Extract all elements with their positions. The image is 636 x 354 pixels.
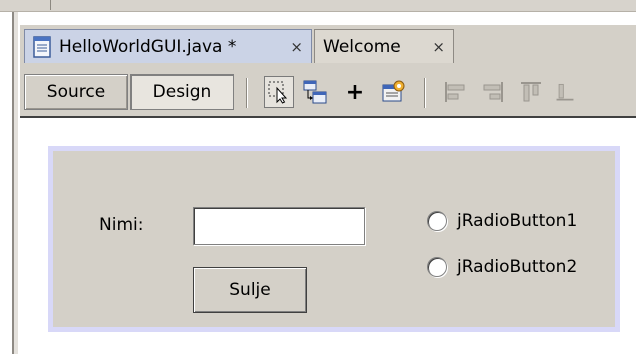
align-bottom-icon[interactable] [554, 76, 576, 108]
close-icon[interactable]: × [282, 38, 303, 56]
tab-helloworldgui[interactable]: HelloWorldGUI.java * × [24, 29, 312, 63]
toolbar-separator [246, 78, 248, 108]
source-mode-button[interactable]: Source [24, 74, 128, 110]
radio-label: jRadioButton1 [457, 211, 578, 231]
radio-button-2[interactable]: jRadioButton2 [427, 257, 577, 277]
design-canvas: Nimi: Sulje jRadioButton1 jRadioButton2 [20, 118, 636, 354]
align-top-icon[interactable] [516, 76, 546, 108]
top-strip-divider [50, 0, 51, 10]
connection-mode-icon[interactable] [300, 76, 330, 108]
radio-button-1[interactable]: jRadioButton1 [427, 211, 577, 231]
preview-design-icon[interactable] [378, 76, 408, 108]
netbeans-editor-window: HelloWorldGUI.java * × Welcome × Source … [0, 0, 636, 354]
align-left-icon[interactable] [440, 76, 470, 108]
close-icon[interactable]: × [424, 38, 445, 56]
close-button[interactable]: Sulje [193, 267, 307, 313]
selection-mode-icon[interactable] [264, 76, 294, 108]
editor-toolbar: Source Design + [20, 68, 636, 118]
editor-tab-row: HelloWorldGUI.java * × Welcome × [20, 24, 636, 68]
add-icon[interactable]: + [340, 76, 370, 108]
tab-label: Welcome [323, 36, 401, 57]
left-window-frame [0, 12, 18, 354]
radio-label: jRadioButton2 [457, 257, 578, 277]
radio-circle-icon[interactable] [427, 257, 447, 277]
tab-label: HelloWorldGUI.java * [59, 36, 237, 57]
tab-welcome[interactable]: Welcome × [314, 29, 454, 63]
name-label: Nimi: [99, 215, 144, 235]
radio-circle-icon[interactable] [427, 211, 447, 231]
name-text-field[interactable] [193, 207, 365, 245]
align-right-icon[interactable] [478, 76, 508, 108]
jframe-form-panel[interactable]: Nimi: Sulje jRadioButton1 jRadioButton2 [48, 146, 620, 332]
toolbar-separator [424, 78, 426, 108]
java-document-icon [33, 35, 51, 58]
design-mode-button[interactable]: Design [130, 74, 234, 110]
window-top-strip [0, 0, 636, 12]
